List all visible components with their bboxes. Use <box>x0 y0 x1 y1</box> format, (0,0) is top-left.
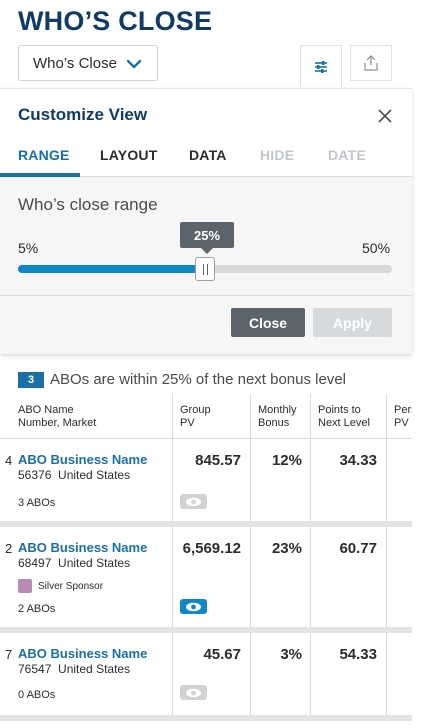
page-header: WHO’S CLOSE Who’s Close <box>0 0 421 90</box>
table-row[interactable]: 7 ABO Business Name 76547 United States … <box>0 633 412 715</box>
column-header-line: Group <box>180 404 211 416</box>
group-pv-value: 45.67 <box>203 646 241 663</box>
monthly-bonus-value: 12% <box>271 452 302 469</box>
column-header-line: Pers <box>394 404 412 416</box>
tooltip-arrow <box>201 248 213 254</box>
sponsor-label: Silver Sponsor <box>38 580 104 592</box>
eye-icon <box>186 497 201 506</box>
row-separator <box>0 715 412 721</box>
range-label: Who’s close range <box>18 195 158 214</box>
points-to-next-value: 34.33 <box>339 452 377 469</box>
monthly-bonus-value: 3% <box>280 646 302 663</box>
monthly-bonus-value: 23% <box>271 540 302 557</box>
customize-tabs: RANGE LAYOUT DATA HIDE DATE <box>0 137 412 177</box>
visibility-toggle[interactable] <box>180 599 207 614</box>
customize-header: Customize View RANGE LAYOUT DATA HIDE DA… <box>0 88 412 177</box>
business-meta: 68497 United States <box>18 556 130 570</box>
tab-range[interactable]: RANGE <box>18 147 70 163</box>
range-value-tooltip: 25% <box>180 222 234 248</box>
group-pv-value: 845.57 <box>195 452 241 469</box>
group-pv-value: 6,569.12 <box>182 540 241 557</box>
column-header-line: PV <box>180 417 195 429</box>
range-slider-fill <box>18 265 205 273</box>
range-min-label: 5% <box>18 240 39 256</box>
apply-button[interactable]: Apply <box>313 308 392 337</box>
column-header-line: Monthly <box>258 404 297 416</box>
close-icon[interactable] <box>376 107 394 125</box>
abo-market: United States <box>58 468 131 482</box>
column-header-group-pv[interactable]: Group PV <box>180 404 211 430</box>
share-upload-icon <box>364 55 378 71</box>
tab-data[interactable]: DATA <box>189 147 227 163</box>
chevron-down-icon <box>127 59 141 69</box>
filter-button[interactable] <box>300 45 342 87</box>
customize-view-panel: Customize View RANGE LAYOUT DATA HIDE DA… <box>0 88 412 354</box>
share-button[interactable] <box>350 45 392 81</box>
panel-divider <box>0 295 412 296</box>
tab-hide: HIDE <box>260 147 295 163</box>
sponsor-swatch <box>18 579 32 593</box>
column-header-pers-pv[interactable]: Pers PV <box>394 404 412 430</box>
business-name-link[interactable]: ABO Business Name <box>18 452 147 467</box>
table-row[interactable]: 4 ABO Business Name 56376 United States … <box>0 439 412 521</box>
column-header-line: Bonus <box>258 417 290 429</box>
row-rank: 2 <box>5 541 13 556</box>
row-rank: 4 <box>5 453 13 468</box>
column-header-monthly-bonus[interactable]: Monthly Bonus <box>258 404 297 430</box>
business-meta: 56376 United States <box>18 468 130 482</box>
points-to-next-value: 60.77 <box>339 540 377 557</box>
points-to-next-value: 54.33 <box>339 646 377 663</box>
tab-date: DATE <box>328 147 366 163</box>
column-header-line: ABO Name <box>18 404 74 416</box>
range-slider[interactable] <box>18 257 392 281</box>
downline-count: 0 ABOs <box>18 689 56 701</box>
summary-text: ABOs are within 25% of the next bonus le… <box>50 371 347 388</box>
column-header-line: Next Level <box>318 417 370 429</box>
downline-count: 3 ABOs <box>18 497 56 509</box>
column-header-line: Points to <box>318 404 361 416</box>
range-max-label: 50% <box>362 240 391 256</box>
column-header-line: PV <box>394 417 409 429</box>
column-header-abo[interactable]: ABO Name Number, Market <box>18 404 96 430</box>
abo-number: 68497 <box>18 556 52 570</box>
column-header-points[interactable]: Points to Next Level <box>318 404 370 430</box>
business-name-link[interactable]: ABO Business Name <box>18 540 147 555</box>
abo-number: 56376 <box>18 468 52 482</box>
eye-icon <box>186 688 201 697</box>
eye-icon <box>186 602 201 611</box>
business-meta: 76547 United States <box>18 662 130 676</box>
tab-layout[interactable]: LAYOUT <box>100 147 157 163</box>
abo-market: United States <box>58 556 131 570</box>
row-rank: 7 <box>5 647 13 662</box>
results-summary: 3 ABOs are within 25% of the next bonus … <box>18 371 346 388</box>
view-select-label: Who’s Close <box>33 54 117 72</box>
visibility-toggle[interactable] <box>180 494 207 509</box>
abo-market: United States <box>58 662 131 676</box>
view-select[interactable]: Who’s Close <box>18 45 158 81</box>
table-row[interactable]: 2 ABO Business Name 68497 United States … <box>0 527 412 627</box>
close-button[interactable]: Close <box>231 308 305 337</box>
page-title: WHO’S CLOSE <box>18 6 213 36</box>
visibility-toggle[interactable] <box>180 685 207 700</box>
column-header-line: Number, Market <box>18 417 97 429</box>
sliders-icon <box>315 60 327 73</box>
sponsor-badge: Silver Sponsor <box>18 579 103 593</box>
downline-count: 2 ABOs <box>18 603 56 615</box>
count-badge: 3 <box>18 371 44 388</box>
business-name-link[interactable]: ABO Business Name <box>18 646 147 661</box>
range-slider-thumb[interactable] <box>195 257 215 281</box>
abo-number: 76547 <box>18 662 52 676</box>
active-tab-indicator <box>0 173 80 177</box>
customize-title: Customize View <box>18 105 148 124</box>
